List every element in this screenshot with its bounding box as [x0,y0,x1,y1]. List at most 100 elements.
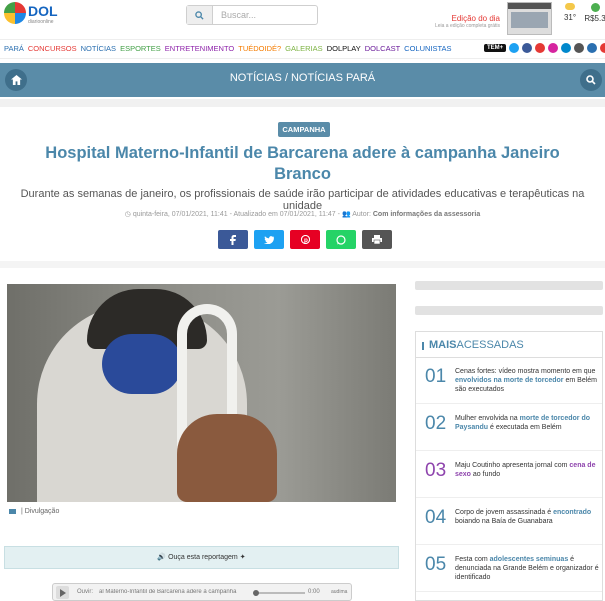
nav-item-par-[interactable]: PARÁ [4,44,24,53]
most-read-headline[interactable]: Mulher envolvida na morte de torcedor do… [455,414,600,432]
audio-title: al Materno-Infantil de Barcarena adere à… [99,589,237,595]
article-photo[interactable] [7,284,396,502]
audio-progress-handle[interactable] [253,590,259,596]
most-read-panel: MAISACESSADAS 01 Cenas fortes: vídeo most… [415,331,603,601]
most-read-item[interactable]: 04 Corpo de jovem assassinada é encontrad… [416,501,602,545]
currency-value: R$5.3 [584,14,605,23]
article-title: Hospital Materno-Infantil de Barcarena a… [45,144,560,183]
headline-text: Festa com [455,556,490,563]
podcast-icon[interactable] [600,43,605,53]
section-bar: NOTÍCIAS / NOTÍCIAS PARÁ [0,63,605,97]
headline-text: Maju Coutinho apresenta jornal com [455,462,570,469]
most-read-item[interactable]: 01 Cenas fortes: vídeo mostra momento em … [416,360,602,404]
audio-label: Ouvir: [77,589,94,595]
tem-mais-badge[interactable]: TEM+ [484,44,507,52]
most-read-item[interactable]: 05 Festa com adolescentes seminuas é denu… [416,548,602,592]
section-title[interactable]: NOTÍCIAS / NOTÍCIAS PARÁ [0,72,605,84]
headline-highlight: encontrado [553,509,592,516]
audio-time: 0:00 [308,589,320,595]
most-read-header: MAISACESSADAS [416,332,602,358]
edicao-do-dia-link[interactable]: Edição do dia Leia a edição completa grá… [433,14,500,29]
most-read-headline[interactable]: Maju Coutinho apresenta jornal com cena … [455,461,600,479]
twitter-icon [264,235,274,244]
most-read-rank: 03 [425,460,447,481]
nav-item-esportes[interactable]: ESPORTES [120,44,161,53]
most-read-headline[interactable]: Cenas fortes: vídeo mostra momento em qu… [455,367,600,394]
facebook-icon [230,234,236,245]
share-facebook-button[interactable] [218,230,248,249]
logo-mark-icon [4,2,26,24]
currency-widget[interactable]: R$5.3 [584,3,605,23]
telegram-icon[interactable] [561,43,572,53]
site-logo[interactable]: DOL diarioonline [4,2,64,32]
photo-credit: | Divulgação [20,508,60,515]
share-twitter-button[interactable] [254,230,284,249]
newspaper-image [511,12,548,28]
category-tag[interactable]: CAMPANHA [278,122,330,137]
print-button[interactable] [362,230,392,249]
most-read-headline[interactable]: Festa com adolescentes seminuas é denunc… [455,555,600,582]
header-accent [422,342,424,350]
share-whatsapp-button[interactable] [326,230,356,249]
share-buttons: p [218,230,392,249]
app-icon[interactable] [587,43,598,53]
top-bar: DOL diarioonline Buscar... Edição do dia… [0,0,605,38]
play-button[interactable] [56,586,69,599]
newspaper-thumbnail[interactable] [507,2,552,35]
headline-text: Mulher envolvida na [455,415,520,422]
search-input[interactable]: Buscar... [213,6,317,24]
twitter-icon[interactable] [509,43,520,53]
article-subtitle: Durante as semanas de janeiro, os profis… [20,188,585,212]
search-box[interactable]: Buscar... [186,5,318,25]
article-meta: ◷ quinta-feira, 07/01/2021, 11:41 - Atua… [0,210,605,218]
headline-highlight: adolescentes seminuas [489,556,569,563]
most-read-suffix: ACESSADAS [456,339,524,351]
youtube-icon[interactable] [535,43,546,53]
listen-bar[interactable]: 🔊 Ouça esta reportagem ✦ [4,546,399,569]
section-search-button[interactable] [580,69,602,91]
camera-icon [9,508,16,514]
audio-progress[interactable] [255,592,305,594]
most-read-item[interactable]: 02 Mulher envolvida na morte de torcedor … [416,407,602,451]
nav-item-not-cias[interactable]: NOTÍCIAS [81,44,116,53]
nav-item-dolcast[interactable]: DOLCAST [365,44,400,53]
whatsapp-icon [336,234,346,245]
most-read-prefix: MAIS [429,339,457,351]
most-read-headline[interactable]: Corpo de jovem assassinada é encontrado … [455,508,600,526]
divider [0,261,605,268]
nav-item-colunistas[interactable]: COLUNISTAS [404,44,451,53]
category-nav: PARÁ CONCURSOS NOTÍCIAS ESPORTES ENTRETENIME… [0,39,605,59]
nav-item-dolplay[interactable]: DOLPLAY [327,44,361,53]
headline-text: boiando na Baía de Guanabara [455,518,553,525]
author-name: Com informações da assessoria [372,211,481,218]
search-icon [195,10,204,20]
most-read-rank: 02 [425,413,447,434]
nav-item-entretenimento[interactable]: ENTRETENIMENTO [165,44,234,53]
most-read-title: MAISACESSADAS [429,339,524,351]
printer-icon [372,235,382,244]
nav-item-galerias[interactable]: GALERIAS [285,44,323,53]
tiktok-icon[interactable] [574,43,585,53]
nav-item-concursos[interactable]: CONCURSOS [28,44,77,53]
headline-text: é executada em Belém [488,424,562,431]
nav-item-tu-doid-[interactable]: TUÉDOIDÉ? [238,44,281,53]
ad-placeholder [415,281,603,290]
divider [0,99,605,107]
photo-caption: | Divulgação [7,504,396,520]
share-pinterest-button[interactable]: p [290,230,320,249]
weather-widget[interactable]: 31° [561,3,579,22]
instagram-icon[interactable] [548,43,559,53]
search-button[interactable] [187,6,213,24]
most-read-rank: 04 [425,507,447,528]
clock-icon: ◷ [124,211,131,218]
speaker-icon: 🔊 [157,554,167,561]
photo-face-mask [102,334,182,394]
edicao-label: Edição do dia [451,14,500,23]
pin-icon: ✦ [239,554,246,561]
headline-text: Cenas fortes: vídeo mostra momento em qu… [455,368,596,375]
most-read-item[interactable]: 03 Maju Coutinho apresenta jornal com cen… [416,454,602,498]
headline-highlight: envolvidos na morte de torcedor [455,377,564,384]
most-read-rank: 05 [425,554,447,575]
facebook-icon[interactable] [522,43,533,53]
audio-brand[interactable]: audima [331,589,347,595]
